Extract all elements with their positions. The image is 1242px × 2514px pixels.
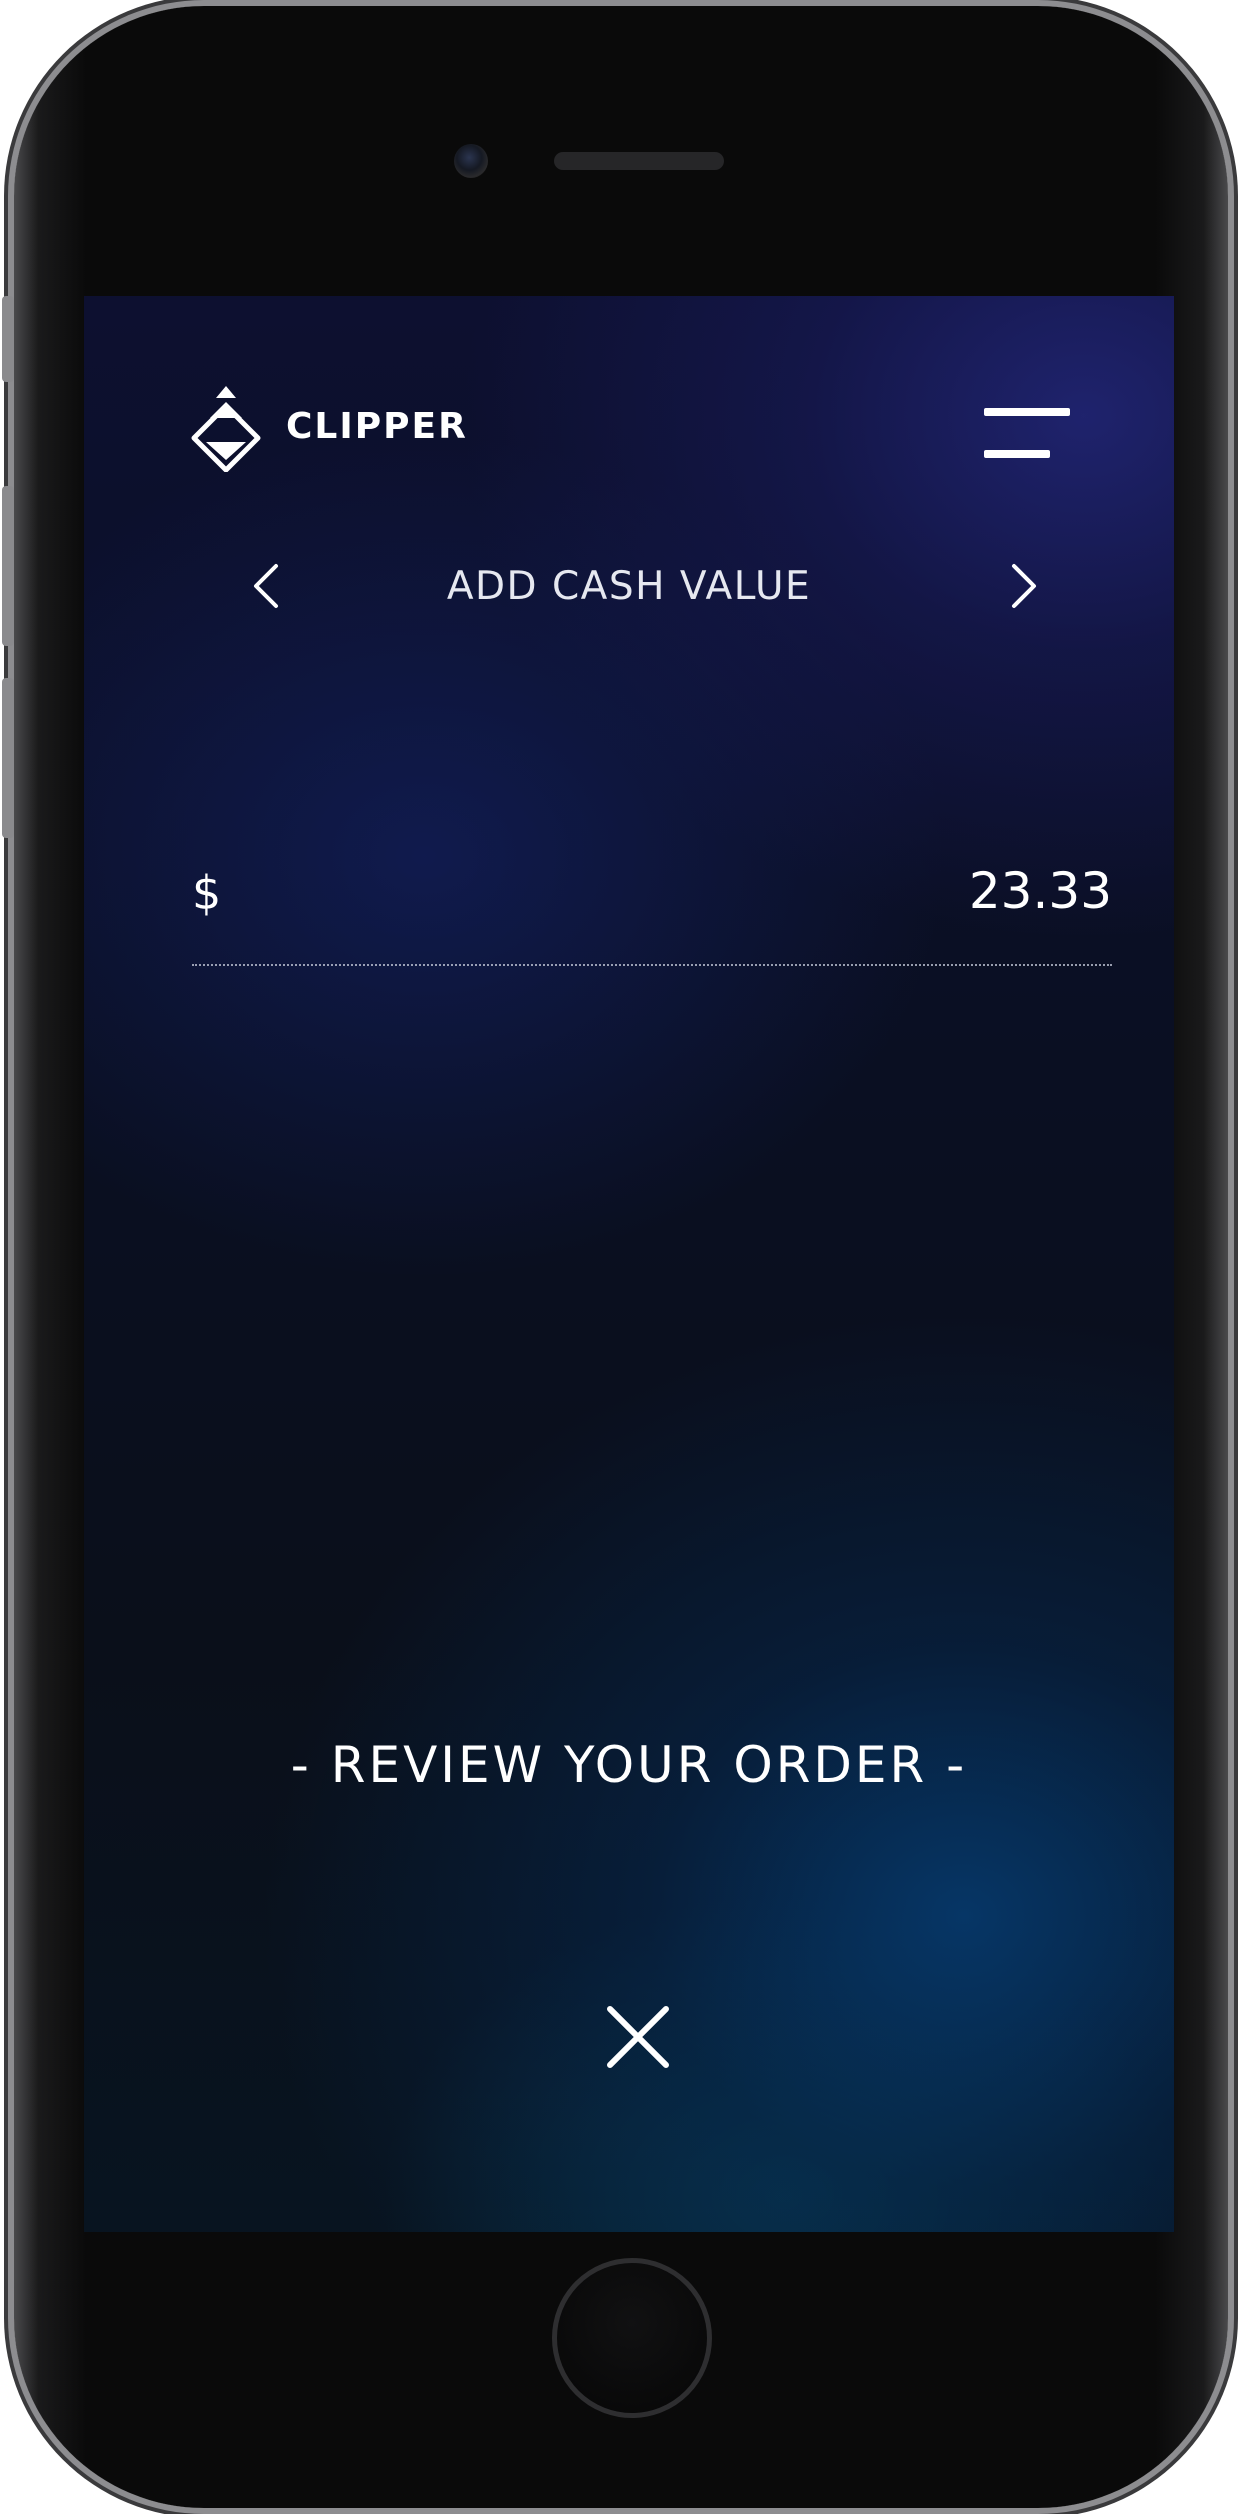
home-button[interactable] [552,2258,712,2418]
hamburger-menu-icon[interactable] [984,408,1070,458]
mute-switch [2,296,14,382]
volume-down-button [2,678,14,838]
amount-underline [192,964,1112,966]
brand-name: CLIPPER [286,405,468,447]
brand-logo[interactable]: CLIPPER [180,380,468,472]
cash-amount-field: $ [192,846,1112,946]
currency-symbol: $ [192,866,222,920]
amount-input[interactable] [512,862,1112,920]
volume-up-button [2,486,14,646]
phone-device: CLIPPER ADD CASH VALUE $ - REVIEW [14,6,1228,2508]
review-order-button[interactable]: - REVIEW YOUR ORDER - [84,1736,1174,1794]
earpiece-speaker [554,152,724,170]
chevron-right-icon[interactable] [994,558,1050,614]
clipper-diamond-logo-icon [191,386,261,472]
app-screen: CLIPPER ADD CASH VALUE $ - REVIEW [84,296,1174,2232]
front-camera [454,144,488,178]
close-icon[interactable] [602,2001,674,2073]
cash-value-nav: ADD CASH VALUE [84,546,1174,626]
